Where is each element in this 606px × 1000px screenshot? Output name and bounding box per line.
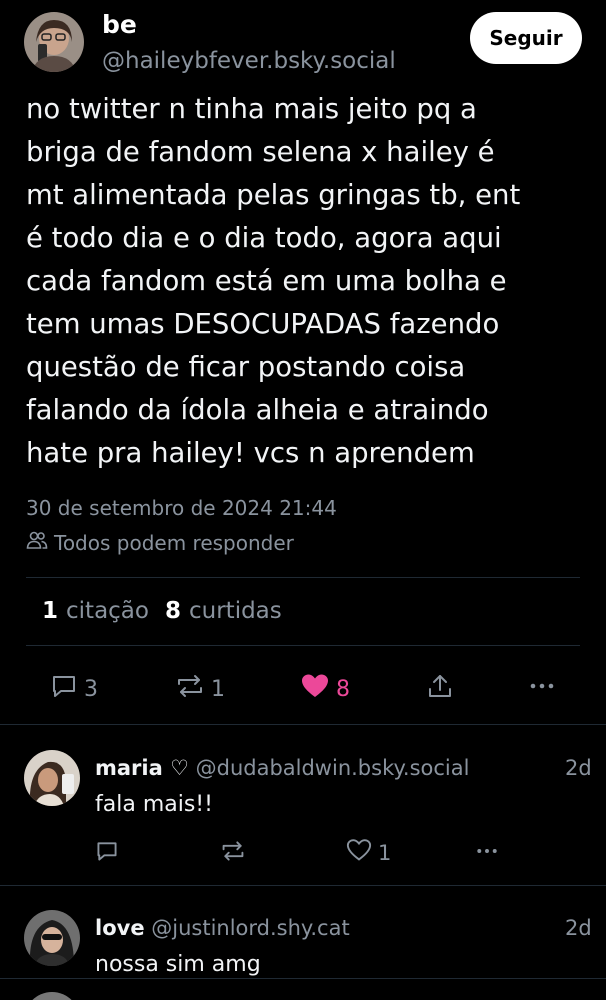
repost-icon bbox=[220, 839, 246, 869]
quotes-stat[interactable]: 1 citação bbox=[42, 598, 149, 624]
post-date[interactable]: 30 de setembro de 2024 21:44 bbox=[26, 496, 337, 520]
divider bbox=[0, 978, 606, 979]
reply-author-name: maria ♡ bbox=[95, 756, 189, 780]
share-action[interactable] bbox=[426, 672, 454, 706]
heart-filled-icon bbox=[300, 672, 330, 706]
reply-icon bbox=[95, 839, 119, 869]
reply-icon bbox=[50, 672, 78, 706]
people-icon bbox=[26, 530, 48, 555]
follow-button[interactable]: Seguir bbox=[470, 12, 582, 64]
author-handle[interactable]: @haileybfever.bsky.social bbox=[102, 48, 396, 74]
like-action[interactable]: 8 bbox=[300, 672, 350, 706]
likes-stat[interactable]: 8 curtidas bbox=[165, 598, 282, 624]
post-header: be @haileybfever.bsky.social Seguir bbox=[0, 0, 606, 90]
divider bbox=[0, 885, 606, 886]
reply-action[interactable]: 3 bbox=[50, 672, 98, 706]
reply-author[interactable]: maria ♡ @dudabaldwin.bsky.social bbox=[95, 756, 469, 780]
repost-action[interactable] bbox=[220, 839, 246, 869]
repost-action[interactable]: 1 bbox=[175, 672, 225, 706]
repost-icon bbox=[175, 672, 205, 706]
more-dots-icon bbox=[528, 672, 556, 706]
reply-avatar[interactable] bbox=[24, 910, 80, 966]
divider bbox=[26, 645, 580, 646]
more-action[interactable] bbox=[474, 839, 500, 869]
heart-outline-icon bbox=[346, 838, 372, 867]
reply-author-handle: @justinlord.shy.cat bbox=[151, 916, 350, 940]
post-stats: 1 citação 8 curtidas bbox=[42, 598, 282, 624]
author-avatar[interactable] bbox=[24, 12, 84, 72]
more-action[interactable] bbox=[528, 672, 556, 706]
reply-text: nossa sim amg bbox=[95, 952, 261, 977]
reply-author[interactable]: love @justinlord.shy.cat bbox=[95, 916, 350, 940]
divider bbox=[0, 724, 606, 725]
reply-avatar[interactable] bbox=[24, 992, 80, 1000]
share-icon bbox=[426, 672, 454, 706]
reply-author-handle: @dudabaldwin.bsky.social bbox=[195, 756, 470, 780]
reply-timestamp[interactable]: 2d bbox=[565, 916, 592, 940]
reply-author-name: love bbox=[95, 916, 145, 940]
reply-setting[interactable]: Todos podem responder bbox=[26, 530, 294, 555]
author-name[interactable]: be bbox=[102, 10, 137, 39]
more-dots-icon bbox=[474, 839, 500, 869]
reply-count: 3 bbox=[84, 676, 98, 702]
divider bbox=[26, 577, 580, 578]
repost-count: 1 bbox=[211, 676, 225, 702]
reply-avatar[interactable] bbox=[24, 750, 80, 806]
like-action[interactable]: 1 bbox=[346, 838, 391, 867]
post-text: no twitter n tinha mais jeito pq a briga… bbox=[26, 93, 521, 469]
like-count: 1 bbox=[378, 840, 392, 865]
like-count: 8 bbox=[336, 676, 350, 702]
reply-text: fala mais!! bbox=[95, 792, 213, 817]
reply-timestamp[interactable]: 2d bbox=[565, 756, 592, 780]
reply-setting-label: Todos podem responder bbox=[54, 530, 294, 555]
reply-action[interactable] bbox=[95, 839, 119, 869]
